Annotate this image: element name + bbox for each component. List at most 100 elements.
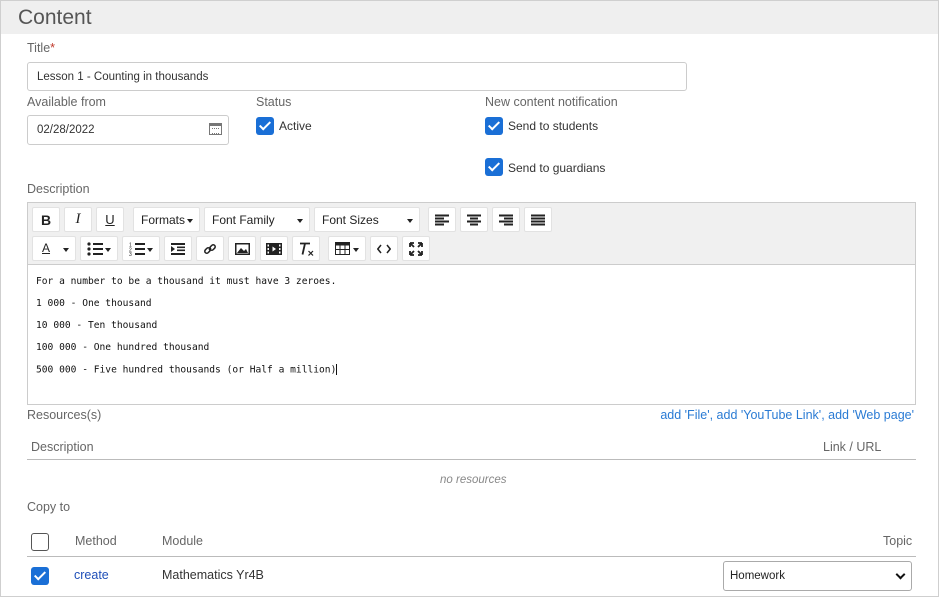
content-form: Content Title* Lesson 1 - Counting in th… bbox=[0, 0, 939, 597]
caret-down-icon bbox=[407, 219, 413, 223]
module-header: Module bbox=[162, 534, 203, 548]
divider bbox=[27, 459, 916, 460]
indent-button[interactable] bbox=[164, 236, 192, 261]
available-from-input[interactable]: 02/28/2022 bbox=[27, 115, 229, 145]
page-header: Content bbox=[1, 1, 938, 34]
underline-icon: U bbox=[105, 212, 115, 227]
caret-down-icon bbox=[353, 248, 359, 252]
resources-label: Resources(s) bbox=[27, 408, 102, 422]
active-label: Active bbox=[279, 119, 312, 133]
bullet-list-button[interactable] bbox=[80, 236, 118, 261]
link-icon bbox=[204, 243, 216, 254]
title-input[interactable]: Lesson 1 - Counting in thousands bbox=[27, 62, 687, 91]
available-from-value: 02/28/2022 bbox=[37, 124, 95, 136]
row-checkbox[interactable] bbox=[31, 567, 49, 585]
method-header: Method bbox=[75, 534, 117, 548]
font-family-dropdown[interactable]: Font Family bbox=[204, 207, 310, 232]
text-color-button[interactable]: A bbox=[32, 236, 76, 261]
align-left-icon bbox=[435, 214, 449, 225]
calendar-icon[interactable] bbox=[209, 123, 222, 135]
caret-down-icon bbox=[147, 248, 153, 252]
align-center-button[interactable] bbox=[460, 207, 488, 232]
bold-button[interactable]: B bbox=[32, 207, 60, 232]
status-label: Status bbox=[256, 95, 292, 109]
content-line: For a number to be a thousand it must ha… bbox=[36, 276, 337, 287]
caret-down-icon bbox=[297, 219, 303, 223]
align-left-button[interactable] bbox=[428, 207, 456, 232]
chevron-down-icon bbox=[895, 569, 906, 580]
fullscreen-icon bbox=[409, 241, 423, 256]
topic-header: Topic bbox=[883, 534, 913, 548]
select-all-checkbox[interactable] bbox=[31, 533, 49, 551]
content-line: 1 000 - One thousand bbox=[36, 298, 152, 309]
align-justify-button[interactable] bbox=[524, 207, 552, 232]
add-youtube-link[interactable]: add 'YouTube Link' bbox=[717, 408, 822, 422]
resource-add-links: add 'File', add 'YouTube Link', add 'Web… bbox=[660, 408, 914, 422]
send-to-students-checkbox[interactable] bbox=[485, 117, 503, 135]
divider bbox=[27, 556, 916, 557]
editor-content[interactable]: For a number to be a thousand it must ha… bbox=[28, 265, 915, 404]
numbered-list-button[interactable]: 123 bbox=[122, 236, 160, 261]
title-label: Title* bbox=[27, 41, 56, 55]
clear-formatting-button[interactable] bbox=[292, 236, 320, 261]
align-right-icon bbox=[499, 214, 513, 225]
topic-select[interactable]: Homework bbox=[723, 561, 912, 591]
editor-toolbar: B I U Formats Font Family Font Sizes A 1… bbox=[28, 203, 915, 265]
content-line: 100 000 - One hundred thousand bbox=[36, 342, 210, 353]
font-family-label: Font Family bbox=[212, 212, 275, 227]
align-justify-icon bbox=[531, 214, 545, 225]
content-line: 500 000 - Five hundred thousands (or Hal… bbox=[36, 364, 337, 376]
send-to-guardians-checkbox[interactable] bbox=[485, 158, 503, 176]
insert-link-button[interactable] bbox=[196, 236, 224, 261]
indent-icon bbox=[171, 242, 185, 255]
send-to-guardians-label: Send to guardians bbox=[508, 161, 606, 175]
page-title: Content bbox=[18, 6, 92, 29]
add-web-page-link[interactable]: add 'Web page' bbox=[828, 408, 914, 422]
table-button[interactable] bbox=[328, 236, 366, 261]
copy-to-label: Copy to bbox=[27, 500, 71, 514]
italic-button[interactable]: I bbox=[64, 207, 92, 232]
caret-down-icon bbox=[105, 248, 111, 252]
caret-down-icon bbox=[63, 248, 69, 252]
available-from-label: Available from bbox=[27, 95, 106, 109]
insert-image-button[interactable] bbox=[228, 236, 256, 261]
text-color-icon: A bbox=[42, 241, 51, 255]
insert-media-button[interactable] bbox=[260, 236, 288, 261]
formats-dropdown[interactable]: Formats bbox=[133, 207, 200, 232]
resources-description-header: Description bbox=[31, 440, 94, 454]
image-icon bbox=[234, 242, 250, 255]
resources-link-header: Link / URL bbox=[823, 440, 882, 454]
fullscreen-button[interactable] bbox=[402, 236, 430, 261]
send-to-students-label: Send to students bbox=[508, 119, 599, 133]
align-center-icon bbox=[467, 214, 481, 225]
topic-selected: Homework bbox=[730, 570, 785, 582]
method-create-link[interactable]: create bbox=[74, 568, 109, 582]
code-icon bbox=[377, 244, 391, 253]
italic-icon: I bbox=[75, 211, 81, 227]
align-right-button[interactable] bbox=[492, 207, 520, 232]
clear-formatting-icon bbox=[299, 242, 313, 256]
caret-down-icon bbox=[187, 219, 193, 223]
no-resources-text: no resources bbox=[440, 474, 507, 486]
font-sizes-label: Font Sizes bbox=[322, 212, 379, 227]
underline-button[interactable]: U bbox=[96, 207, 124, 232]
content-line-last: 500 000 - Five hundred thousands (or Hal… bbox=[36, 364, 907, 386]
title-value: Lesson 1 - Counting in thousands bbox=[37, 70, 209, 83]
source-code-button[interactable] bbox=[370, 236, 398, 261]
svg-text:3: 3 bbox=[129, 252, 132, 256]
rich-text-editor: B I U Formats Font Family Font Sizes A 1… bbox=[27, 202, 916, 405]
module-name: Mathematics Yr4B bbox=[162, 568, 264, 582]
active-checkbox[interactable] bbox=[256, 117, 274, 135]
bold-icon: B bbox=[40, 211, 52, 228]
add-file-link[interactable]: add 'File' bbox=[660, 408, 709, 422]
media-icon bbox=[266, 242, 282, 255]
notification-label: New content notification bbox=[485, 95, 618, 109]
numbered-list-icon: 123 bbox=[129, 243, 145, 256]
content-line: 10 000 - Ten thousand bbox=[36, 320, 158, 331]
description-label: Description bbox=[27, 182, 90, 196]
bullet-list-icon bbox=[87, 242, 103, 256]
text-cursor bbox=[336, 364, 338, 375]
font-sizes-dropdown[interactable]: Font Sizes bbox=[314, 207, 420, 232]
formats-label: Formats bbox=[141, 212, 186, 227]
table-icon bbox=[335, 242, 350, 255]
